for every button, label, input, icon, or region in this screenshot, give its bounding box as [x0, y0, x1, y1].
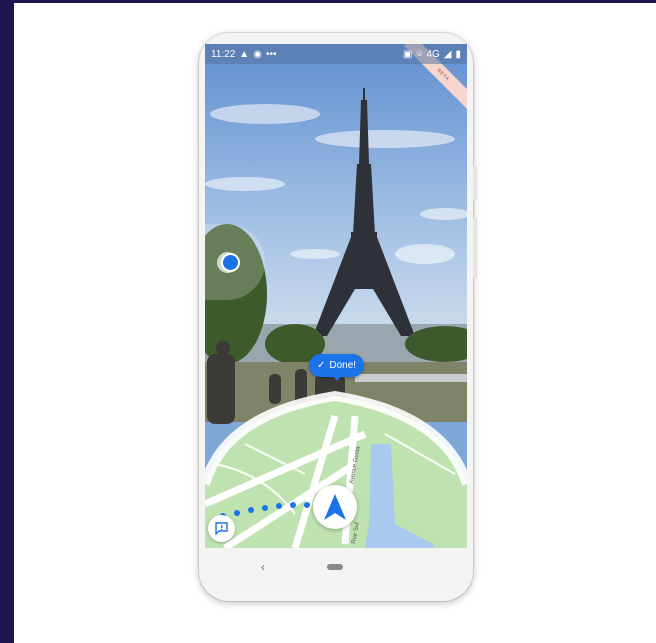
location-icon: ⌾ [416, 48, 423, 60]
signal-icon: ◢ [443, 48, 452, 60]
cast-icon: ▣ [402, 48, 413, 60]
railing [355, 374, 467, 382]
status-bar: 11:22 ▲ ◉ ••• ▣ ⌾ 4G ◢ ▮ [205, 44, 467, 64]
status-right: ▣ ⌾ 4G ◢ ▮ [403, 49, 461, 60]
location-pin-icon[interactable] [221, 253, 240, 272]
battery-icon: ▮ [455, 48, 461, 60]
eye-icon: ◉ [253, 48, 262, 60]
home-button[interactable] [327, 564, 343, 570]
navigation-icon: ▲ [239, 48, 250, 60]
status-time: 11:22 [211, 48, 236, 60]
back-button[interactable]: ‹ [255, 558, 271, 576]
network-type: 4G [426, 48, 440, 60]
navigation-arrow-icon [324, 494, 346, 520]
navigation-arrow-button[interactable] [313, 485, 357, 529]
ar-camera-view: Avenue Gusta Rue Suf [205, 44, 467, 548]
check-icon: ✓ [316, 360, 326, 371]
volume-button [473, 218, 477, 278]
ar-navigation-screen: Avenue Gusta Rue Suf 11:22 ▲ ◉ ••• ▣ ⌾ 4… [205, 44, 467, 548]
feedback-button[interactable] [208, 515, 235, 542]
status-left: 11:22 ▲ ◉ ••• [211, 49, 276, 60]
feedback-icon [215, 522, 228, 535]
power-button [473, 166, 477, 200]
more-icon: ••• [265, 48, 277, 60]
done-label: Done! [329, 360, 357, 371]
done-pointer [332, 375, 342, 381]
system-nav-bar: ‹ [205, 548, 467, 588]
done-button[interactable]: ✓ Done! [309, 354, 364, 377]
